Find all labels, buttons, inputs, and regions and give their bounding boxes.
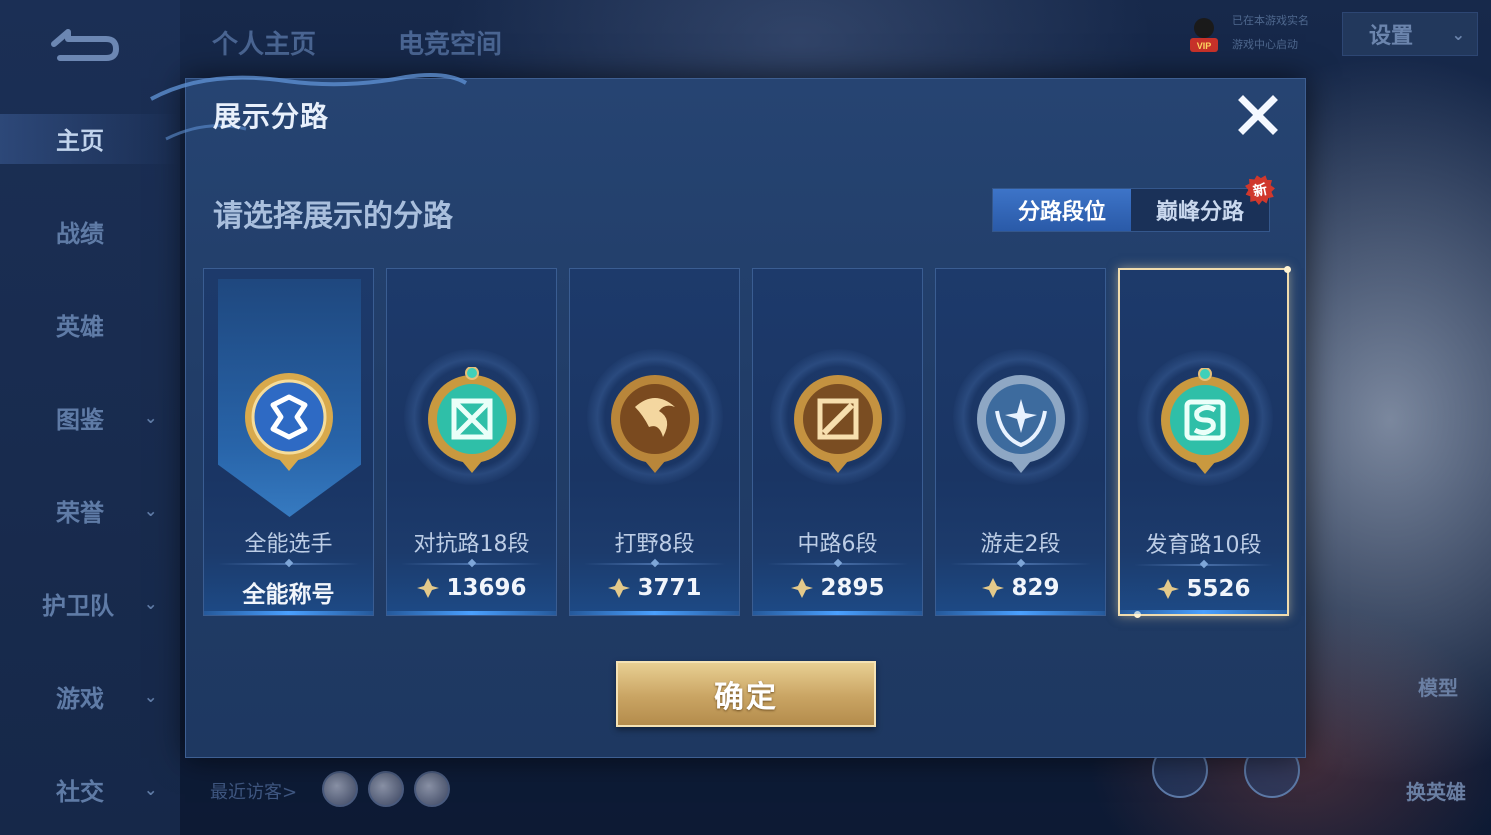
farm-lane-emblem-icon bbox=[1161, 368, 1249, 474]
lane-rank-name: 中路6段 bbox=[797, 532, 878, 557]
sidebar-item-guard[interactable]: 护卫队 ⌄ bbox=[0, 573, 180, 633]
chevron-down-icon: ⌄ bbox=[144, 686, 158, 706]
close-button[interactable] bbox=[1236, 93, 1280, 137]
chevron-down-icon: ⌄ bbox=[1451, 24, 1465, 44]
divider bbox=[218, 563, 359, 565]
divider bbox=[950, 563, 1091, 565]
divider bbox=[401, 563, 542, 565]
sidebar-item-label: 荣誉 bbox=[56, 498, 104, 527]
lane-rank-name: 游走2段 bbox=[980, 532, 1061, 557]
lane-card-jungle[interactable]: 打野8段 3771 bbox=[569, 268, 740, 616]
svg-text:VIP: VIP bbox=[1197, 41, 1212, 51]
sidebar-item-games[interactable]: 游戏 ⌄ bbox=[0, 666, 180, 726]
chevron-down-icon: ⌄ bbox=[144, 500, 158, 520]
lane-card-mid[interactable]: 中路6段 2895 bbox=[752, 268, 923, 616]
lane-score: 全能称号 bbox=[204, 575, 373, 609]
allround-emblem-icon bbox=[245, 373, 333, 471]
avatar[interactable] bbox=[368, 771, 404, 807]
lane-score-value: 3771 bbox=[637, 575, 702, 601]
lane-card-farm[interactable]: 发育路10段 5526 bbox=[1118, 266, 1291, 618]
sidebar-item-label: 图鉴 bbox=[56, 405, 104, 434]
back-arrow-icon[interactable] bbox=[46, 24, 122, 64]
lane-points-icon bbox=[982, 578, 1005, 598]
divider bbox=[1134, 564, 1273, 566]
sidebar: 主页 战绩 英雄 图鉴 ⌄ 荣誉 ⌄ 护卫队 ⌄ 游戏 ⌄ 社交 ⌄ bbox=[0, 0, 180, 835]
settings-label: 设置 bbox=[1369, 24, 1414, 49]
tab-label: 巅峰分路 bbox=[1155, 200, 1244, 225]
avatar[interactable] bbox=[322, 771, 358, 807]
lane-score: 829 bbox=[936, 575, 1105, 601]
vip-game-center-text: 游戏中心启动 bbox=[1232, 38, 1298, 51]
tab-peak-lane[interactable]: 巅峰分路 新 bbox=[1131, 189, 1269, 231]
vip-icon[interactable]: VIP bbox=[1186, 14, 1222, 54]
lane-card-allround[interactable]: 全能选手 全能称号 bbox=[203, 268, 374, 616]
sidebar-item-home[interactable]: 主页 bbox=[0, 108, 180, 168]
show-lane-dialog: 展示分路 请选择展示的分路 分路段位 巅峰分路 新 全能选手 全能称号 对抗路1… bbox=[150, 73, 1306, 758]
sidebar-item-heroes[interactable]: 英雄 bbox=[0, 294, 180, 354]
settings-button[interactable]: 设置 ⌄ bbox=[1342, 12, 1478, 56]
lane-rank-name: 全能选手 bbox=[244, 532, 333, 557]
lane-card-roam[interactable]: 游走2段 829 bbox=[935, 268, 1106, 616]
sidebar-item-label: 游戏 bbox=[56, 684, 104, 713]
sidebar-item-label: 战绩 bbox=[56, 219, 104, 248]
confirm-label: 确定 bbox=[714, 680, 778, 715]
chevron-down-icon: ⌄ bbox=[144, 407, 158, 427]
model-label[interactable]: 模型 bbox=[1418, 672, 1458, 701]
lane-points-icon bbox=[608, 578, 631, 598]
sidebar-item-social[interactable]: 社交 ⌄ bbox=[0, 759, 180, 819]
dialog-title: 展示分路 bbox=[213, 100, 330, 133]
divider bbox=[584, 563, 725, 565]
sidebar-item-records[interactable]: 战绩 bbox=[0, 201, 180, 261]
sidebar-item-label: 主页 bbox=[56, 126, 104, 155]
lane-score: 3771 bbox=[570, 575, 739, 601]
roam-emblem-icon bbox=[977, 375, 1065, 473]
lane-score-value: 5526 bbox=[1186, 576, 1251, 602]
lane-score-value: 829 bbox=[1011, 575, 1060, 601]
avatar[interactable] bbox=[414, 771, 450, 807]
tab-label: 分路段位 bbox=[1017, 200, 1106, 225]
chevron-down-icon: ⌄ bbox=[144, 593, 158, 613]
selection-corner-dot bbox=[1284, 266, 1291, 273]
lane-points-icon bbox=[791, 578, 814, 598]
lane-score-value: 2895 bbox=[820, 575, 885, 601]
tab-lane-rank[interactable]: 分路段位 bbox=[993, 189, 1131, 231]
lane-score: 5526 bbox=[1120, 576, 1287, 602]
lane-card-list: 全能选手 全能称号 对抗路18段 13696 打野8段 3771 中路6段 28… bbox=[203, 266, 1293, 618]
vip-realname-text: 已在本游戏实名 bbox=[1232, 14, 1309, 27]
chevron-down-icon: ⌄ bbox=[144, 779, 158, 799]
lane-score-value: 13696 bbox=[446, 575, 527, 601]
dialog-subtitle: 请选择展示的分路 bbox=[213, 199, 453, 234]
lane-points-icon bbox=[1157, 579, 1180, 599]
sidebar-item-label: 护卫队 bbox=[42, 591, 114, 620]
clash-lane-emblem-icon bbox=[428, 367, 516, 473]
sidebar-item-honors[interactable]: 荣誉 ⌄ bbox=[0, 480, 180, 540]
lane-rank-name: 对抗路18段 bbox=[413, 532, 530, 557]
confirm-button[interactable]: 确定 bbox=[616, 661, 876, 727]
lane-score-value: 全能称号 bbox=[242, 582, 335, 608]
lane-points-icon bbox=[417, 578, 440, 598]
divider bbox=[767, 563, 908, 565]
lane-rank-name: 发育路10段 bbox=[1145, 533, 1262, 558]
recent-visitors-link[interactable]: 最近访客> bbox=[210, 778, 297, 804]
switch-hero-label[interactable]: 换英雄 bbox=[1406, 776, 1466, 805]
sidebar-item-label: 英雄 bbox=[56, 312, 104, 341]
mid-lane-emblem-icon bbox=[794, 375, 882, 473]
tab-profile[interactable]: 个人主页 bbox=[212, 24, 316, 61]
lane-rank-name: 打野8段 bbox=[614, 532, 695, 557]
lane-score: 2895 bbox=[753, 575, 922, 601]
lane-card-clash[interactable]: 对抗路18段 13696 bbox=[386, 268, 557, 616]
close-icon bbox=[1238, 95, 1278, 135]
jungle-emblem-icon bbox=[611, 375, 699, 473]
lane-score: 13696 bbox=[387, 575, 556, 601]
new-badge: 新 bbox=[1242, 172, 1278, 208]
sidebar-item-codex[interactable]: 图鉴 ⌄ bbox=[0, 387, 180, 447]
selection-corner-dot bbox=[1134, 611, 1141, 618]
lane-mode-tabs: 分路段位 巅峰分路 新 bbox=[992, 188, 1270, 232]
tab-esports[interactable]: 电竞空间 bbox=[398, 24, 502, 61]
sidebar-item-label: 社交 bbox=[56, 777, 104, 806]
